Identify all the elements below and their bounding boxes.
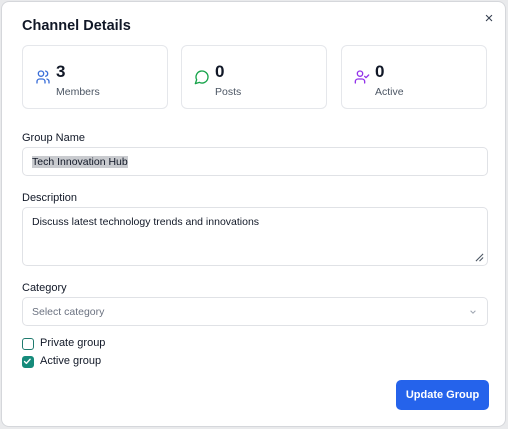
update-group-button[interactable]: Update Group <box>396 380 489 410</box>
check-icon <box>23 358 31 365</box>
posts-count: 0 <box>215 62 225 81</box>
private-group-checkbox[interactable] <box>22 338 34 350</box>
posts-label: Posts <box>215 86 242 98</box>
posts-stat-card: 0 Posts <box>181 45 327 109</box>
category-select[interactable]: Select category <box>22 297 488 326</box>
description-value: Discuss latest technology trends and inn… <box>32 216 260 228</box>
active-group-checkbox[interactable] <box>22 356 34 368</box>
channel-details-dialog: Channel Details × 3 Members 0 Posts 0 Ac… <box>1 1 506 427</box>
resize-handle-icon[interactable] <box>475 253 484 262</box>
category-label: Category <box>22 282 67 294</box>
dialog-title: Channel Details <box>22 18 131 34</box>
group-name-label: Group Name <box>22 132 85 144</box>
chevron-down-icon <box>470 310 476 314</box>
description-label: Description <box>22 192 78 204</box>
members-stat-card: 3 Members <box>22 45 168 109</box>
active-count: 0 <box>375 62 385 81</box>
active-label: Active <box>375 86 404 98</box>
user-check-icon <box>354 70 370 84</box>
category-placeholder: Select category <box>32 306 105 318</box>
description-textarea[interactable]: Discuss latest technology trends and inn… <box>22 207 488 266</box>
message-circle-icon <box>194 70 209 85</box>
users-icon <box>36 70 50 84</box>
private-group-label[interactable]: Private group <box>40 337 105 349</box>
group-name-value: Tech Innovation Hub <box>32 156 128 168</box>
members-label: Members <box>56 86 100 98</box>
close-icon[interactable]: × <box>482 11 496 26</box>
group-name-input[interactable]: Tech Innovation Hub <box>22 147 488 176</box>
members-count: 3 <box>56 62 66 81</box>
active-group-label[interactable]: Active group <box>40 355 101 367</box>
active-stat-card: 0 Active <box>341 45 487 109</box>
